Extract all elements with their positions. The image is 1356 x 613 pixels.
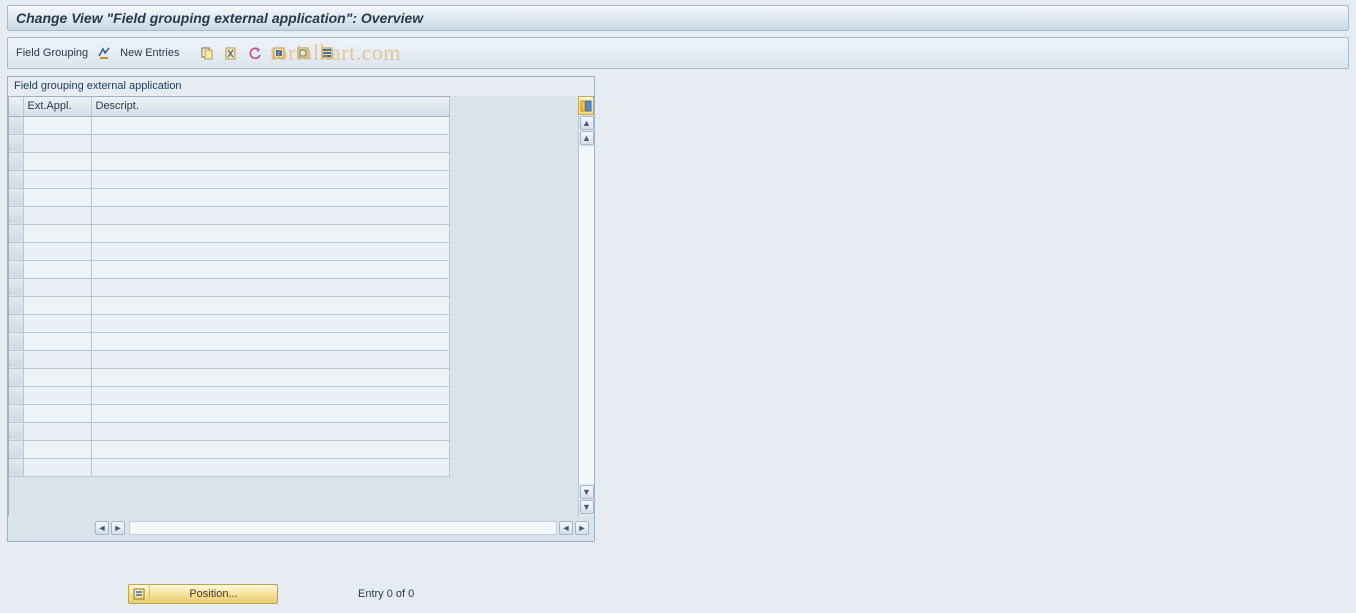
cell-descript[interactable] [91,314,449,332]
cell-descript[interactable] [91,224,449,242]
cell-ext-appl[interactable] [23,440,91,458]
scroll-down-icon[interactable]: ▼ [580,485,594,499]
cell-descript[interactable] [91,260,449,278]
select-all-header[interactable] [9,97,23,116]
cell-descript[interactable] [91,332,449,350]
scroll-left-end-icon[interactable]: ◄ [559,521,573,535]
row-selector[interactable] [9,332,23,350]
copy-icon[interactable] [199,45,215,61]
row-selector[interactable] [9,170,23,188]
page-title: Change View "Field grouping external app… [7,5,1349,31]
data-grid[interactable]: Ext.Appl. Descript. [8,96,450,516]
cell-descript[interactable] [91,296,449,314]
row-selector[interactable] [9,422,23,440]
row-selector[interactable] [9,350,23,368]
undo-icon[interactable] [247,45,263,61]
row-selector[interactable] [9,224,23,242]
cell-descript[interactable] [91,422,449,440]
row-selector[interactable] [9,116,23,134]
cell-ext-appl[interactable] [23,116,91,134]
cell-ext-appl[interactable] [23,368,91,386]
scroll-right-begin-icon[interactable]: ► [111,521,125,535]
deselect-all-icon[interactable] [295,45,311,61]
cell-ext-appl[interactable] [23,134,91,152]
scroll-up-icon[interactable]: ▲ [580,116,594,130]
cell-ext-appl[interactable] [23,332,91,350]
cell-descript[interactable] [91,368,449,386]
position-button[interactable]: Position... [128,584,278,604]
vertical-scrollbar[interactable]: ▲ ▲ ▼ ▼ [578,115,594,516]
row-selector[interactable] [9,188,23,206]
cell-descript[interactable] [91,206,449,224]
cell-descript[interactable] [91,386,449,404]
cell-ext-appl[interactable] [23,314,91,332]
cell-descript[interactable] [91,440,449,458]
row-selector[interactable] [9,458,23,476]
cell-ext-appl[interactable] [23,458,91,476]
row-selector[interactable] [9,368,23,386]
field-grouping-panel: Field grouping external application Ext.… [7,76,595,542]
cell-ext-appl[interactable] [23,296,91,314]
toggle-icon[interactable] [96,45,112,61]
cell-ext-appl[interactable] [23,152,91,170]
scroll-right-icon[interactable]: ► [575,521,589,535]
cell-ext-appl[interactable] [23,350,91,368]
row-selector[interactable] [9,278,23,296]
position-icon [129,585,150,603]
cell-ext-appl[interactable] [23,260,91,278]
cell-descript[interactable] [91,152,449,170]
toolbar-field-grouping[interactable]: Field Grouping [16,47,88,59]
position-button-label: Position... [150,588,277,600]
cell-ext-appl[interactable] [23,170,91,188]
scroll-up2-icon[interactable]: ▲ [580,131,594,145]
cell-descript[interactable] [91,134,449,152]
horizontal-scrollbar[interactable]: ◄ ► ◄ ► [8,516,594,541]
cell-ext-appl[interactable] [23,224,91,242]
row-selector[interactable] [9,260,23,278]
cell-ext-appl[interactable] [23,386,91,404]
cell-ext-appl[interactable] [23,404,91,422]
print-icon[interactable] [319,45,335,61]
row-selector[interactable] [9,314,23,332]
hscroll-track[interactable] [129,521,557,535]
select-all-icon[interactable] [271,45,287,61]
column-descript[interactable]: Descript. [91,97,449,116]
scroll-down2-icon[interactable]: ▼ [580,500,594,514]
cell-descript[interactable] [91,242,449,260]
row-selector[interactable] [9,404,23,422]
footer-bar: Position... Entry 0 of 0 [0,580,1356,608]
cell-descript[interactable] [91,404,449,422]
cell-descript[interactable] [91,278,449,296]
cell-descript[interactable] [91,170,449,188]
toolbar-new-entries[interactable]: New Entries [120,47,179,59]
cell-descript[interactable] [91,350,449,368]
cell-descript[interactable] [91,188,449,206]
row-selector[interactable] [9,152,23,170]
row-selector[interactable] [9,296,23,314]
panel-title: Field grouping external application [8,77,594,96]
column-ext-appl[interactable]: Ext.Appl. [23,97,91,116]
cell-ext-appl[interactable] [23,188,91,206]
cell-descript[interactable] [91,116,449,134]
row-selector[interactable] [9,440,23,458]
row-selector[interactable] [9,134,23,152]
cell-ext-appl[interactable] [23,422,91,440]
row-selector[interactable] [9,242,23,260]
cell-ext-appl[interactable] [23,206,91,224]
entry-count-text: Entry 0 of 0 [358,588,414,600]
cell-ext-appl[interactable] [23,242,91,260]
scroll-track[interactable] [579,147,594,484]
scroll-left-icon[interactable]: ◄ [95,521,109,535]
delete-icon[interactable] [223,45,239,61]
table-settings-icon[interactable] [578,96,594,115]
row-selector[interactable] [9,206,23,224]
application-toolbar: Field Grouping New Entries [7,37,1349,69]
page-title-text: Change View "Field grouping external app… [16,10,423,26]
row-selector[interactable] [9,386,23,404]
cell-ext-appl[interactable] [23,278,91,296]
cell-descript[interactable] [91,458,449,476]
